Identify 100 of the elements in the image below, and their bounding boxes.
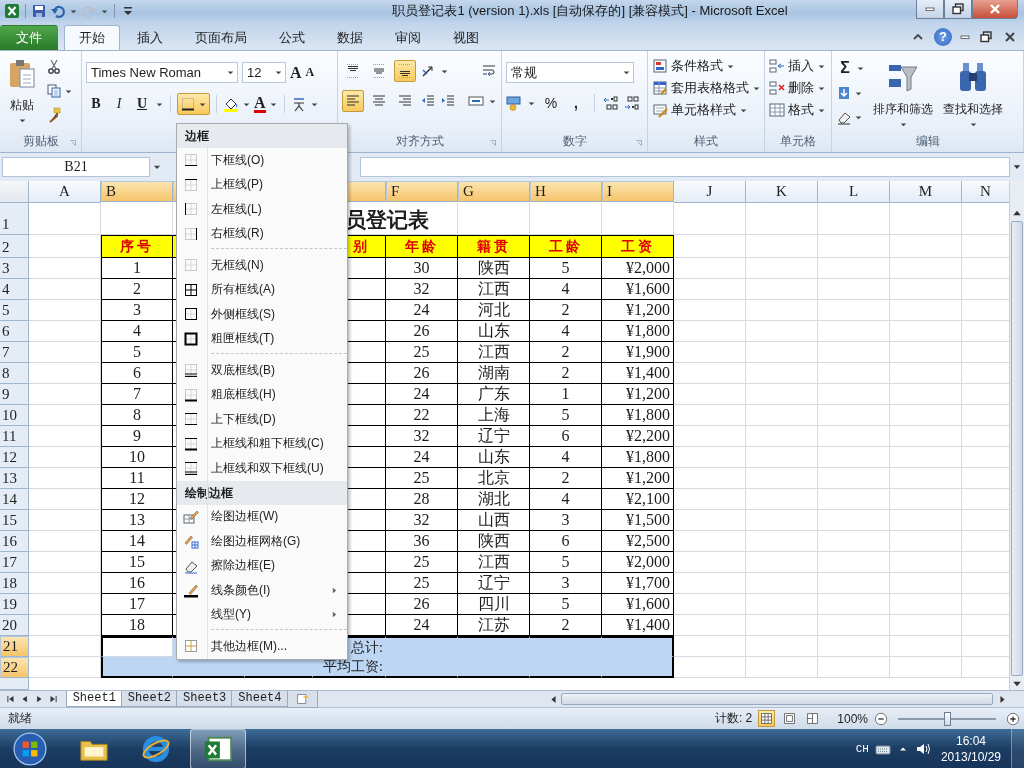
comma-button[interactable]: ,: [566, 95, 586, 111]
clock-time[interactable]: 16:04: [955, 733, 986, 749]
menu-item[interactable]: 绘图边框(W): [177, 504, 347, 529]
column-header[interactable]: A: [29, 181, 101, 203]
copy-icon[interactable]: [46, 83, 62, 99]
column-header[interactable]: F: [386, 181, 458, 202]
sheet-tab[interactable]: Sheet1: [65, 691, 123, 707]
menu-item[interactable]: 线型(Y): [177, 602, 347, 627]
decrease-indent-icon[interactable]: [420, 93, 436, 109]
cells-menu-button[interactable]: 删除: [788, 79, 814, 97]
view-button[interactable]: [758, 710, 776, 727]
row-header[interactable]: 4: [0, 279, 29, 300]
row-header[interactable]: 18: [0, 573, 29, 594]
column-header[interactable]: N: [962, 181, 1009, 203]
zoom-out-icon[interactable]: [874, 711, 888, 726]
shrink-font-button[interactable]: A: [305, 65, 315, 80]
row-header[interactable]: 3: [0, 258, 29, 279]
menu-item[interactable]: 上框线和粗下框线(C): [177, 431, 347, 456]
clock-date[interactable]: 2013/10/29: [940, 749, 1001, 765]
font-size-field[interactable]: 12: [242, 62, 286, 83]
sheet-tab[interactable]: Sheet4: [231, 691, 289, 707]
column-header[interactable]: H: [530, 181, 602, 202]
borders-button[interactable]: [177, 93, 210, 115]
save-icon[interactable]: [31, 3, 47, 19]
percent-button[interactable]: %: [541, 95, 561, 111]
row-header[interactable]: 11: [0, 426, 29, 447]
autosum-button[interactable]: Σ: [836, 59, 854, 77]
ribbon-tab[interactable]: 文件: [0, 25, 58, 50]
row-header[interactable]: 14: [0, 489, 29, 510]
column-header[interactable]: M: [890, 181, 962, 203]
scrollbar-thumb[interactable]: [561, 693, 993, 705]
cells-menu-button[interactable]: 插入: [788, 57, 814, 75]
menu-item[interactable]: 粗匣框线(T): [177, 326, 347, 351]
wrap-text-icon[interactable]: [481, 63, 497, 79]
currency-icon[interactable]: [506, 95, 522, 111]
menu-item[interactable]: 上下框线(D): [177, 407, 347, 432]
row-header[interactable]: 8: [0, 363, 29, 384]
increase-decimal-icon[interactable]: [603, 95, 619, 111]
menu-item[interactable]: 上框线和双下框线(U): [177, 456, 347, 481]
undo-icon[interactable]: [50, 3, 66, 19]
language-indicator[interactable]: CH: [855, 743, 869, 755]
row-header[interactable]: 7: [0, 342, 29, 363]
style-menu-button[interactable]: 单元格样式: [671, 101, 736, 119]
orientation-icon[interactable]: [420, 63, 436, 79]
align-button[interactable]: [394, 60, 416, 82]
speaker-icon[interactable]: [914, 741, 931, 757]
row-header[interactable]: 22: [0, 657, 29, 678]
taskbar-button[interactable]: [190, 729, 246, 768]
zoom-level[interactable]: 100%: [837, 711, 868, 726]
row-header[interactable]: 6: [0, 321, 29, 342]
underline-button[interactable]: U: [132, 94, 152, 114]
ribbon-tab[interactable]: 数据: [322, 25, 378, 50]
row-header[interactable]: 15: [0, 510, 29, 531]
row-header[interactable]: 21: [0, 636, 29, 657]
bold-button[interactable]: B: [86, 94, 106, 114]
row-header[interactable]: 20: [0, 615, 29, 636]
previous-sheet-icon[interactable]: [20, 694, 30, 704]
column-header[interactable]: K: [746, 181, 818, 203]
restore-button[interactable]: [944, 0, 972, 19]
menu-item[interactable]: 外侧框线(S): [177, 302, 347, 327]
font-name-field[interactable]: Times New Roman: [86, 62, 238, 83]
row-header[interactable]: 9: [0, 384, 29, 405]
decrease-decimal-icon[interactable]: [624, 95, 640, 111]
number-format-field[interactable]: 常规: [506, 62, 634, 83]
grow-font-button[interactable]: A: [290, 63, 302, 82]
increase-indent-icon[interactable]: [440, 93, 456, 109]
restore-icon[interactable]: [978, 29, 994, 45]
scroll-right-icon[interactable]: [997, 693, 1008, 705]
ribbon-tab[interactable]: 开始: [64, 25, 120, 50]
minimize-icon[interactable]: [960, 35, 970, 39]
insert-sheet-button[interactable]: [286, 690, 318, 708]
fill-down-icon[interactable]: [836, 85, 852, 101]
row-header[interactable]: 10: [0, 405, 29, 426]
row-header[interactable]: 5: [0, 300, 29, 321]
scroll-left-icon[interactable]: [548, 693, 559, 705]
ribbon-tab[interactable]: 插入: [122, 25, 178, 50]
column-header[interactable]: B: [101, 181, 173, 202]
menu-item[interactable]: 绘图边框网格(G): [177, 529, 347, 554]
menu-item[interactable]: 双底框线(B): [177, 358, 347, 383]
style-menu-button[interactable]: 套用表格格式: [671, 79, 749, 97]
sheet-tab[interactable]: Sheet2: [120, 691, 179, 707]
zoom-slider-thumb[interactable]: [944, 711, 951, 726]
close-button[interactable]: [972, 0, 1018, 19]
row-header[interactable]: 13: [0, 468, 29, 489]
row-header[interactable]: 2: [0, 235, 29, 258]
column-header[interactable]: G: [458, 181, 530, 202]
cells-menu-button[interactable]: 格式: [788, 101, 814, 119]
style-menu-button[interactable]: 条件格式: [671, 57, 723, 75]
scrollbar-thumb[interactable]: [1011, 221, 1023, 676]
find-select-button[interactable]: 查找和选择: [941, 55, 1005, 131]
menu-item[interactable]: 线条颜色(I): [177, 578, 347, 603]
zoom-in-icon[interactable]: [1006, 711, 1020, 726]
first-sheet-icon[interactable]: [6, 694, 16, 704]
paste-button[interactable]: 粘贴: [4, 55, 40, 127]
row-header[interactable]: 16: [0, 531, 29, 552]
sheet-tab[interactable]: Sheet3: [176, 691, 234, 707]
ribbon-tab[interactable]: 页面布局: [180, 25, 262, 50]
menu-item[interactable]: 粗底框线(H): [177, 382, 347, 407]
menu-item[interactable]: 上框线(P): [177, 172, 347, 197]
column-header[interactable]: L: [818, 181, 890, 203]
